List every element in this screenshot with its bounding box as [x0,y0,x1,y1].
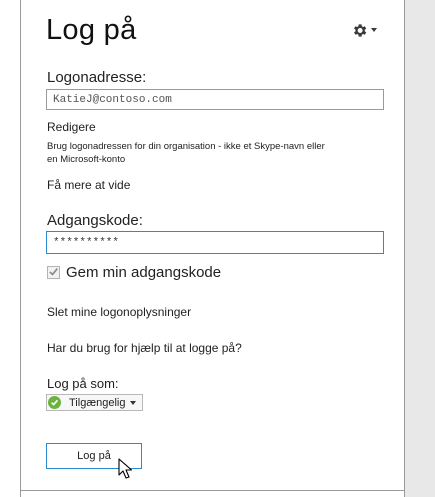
sign-in-as-label: Log på som: [47,376,119,391]
mouse-pointer-icon [118,458,134,485]
remember-password-label[interactable]: Gem min adgangskode [66,264,221,281]
logon-address-input[interactable] [46,89,384,110]
chevron-down-icon [371,28,377,32]
remember-password-checkbox[interactable] [47,266,60,279]
available-status-icon [48,396,61,409]
status-dropdown[interactable]: Tilgængelig [46,394,143,411]
frame-border-left [20,0,21,497]
password-label: Adgangskode: [47,212,143,229]
checkmark-icon [48,264,59,282]
status-value: Tilgængelig [69,396,126,409]
page-title: Log på [46,14,137,46]
frame-border-right [404,0,405,497]
learn-more-link[interactable]: Få mere at vide [47,178,130,192]
chevron-down-icon [130,400,137,405]
options-button[interactable] [351,20,379,40]
password-input[interactable] [46,231,384,254]
logon-hint-line1: Brug logonadressen for din organisation … [47,141,325,152]
logon-address-label: Logonadresse: [47,69,147,86]
logon-hint-line2: en Microsoft-konto [47,154,126,165]
side-panel [405,0,435,497]
gear-icon [351,22,368,39]
edit-link[interactable]: Redigere [47,120,96,134]
help-link[interactable]: Har du brug for hjælp til at logge på? [47,341,242,355]
delete-logon-info-link[interactable]: Slet mine logonoplysninger [47,305,191,319]
sign-in-window: Log på Logonadresse: Redigere Brug logon… [0,0,435,497]
frame-border-bottom [20,490,405,491]
